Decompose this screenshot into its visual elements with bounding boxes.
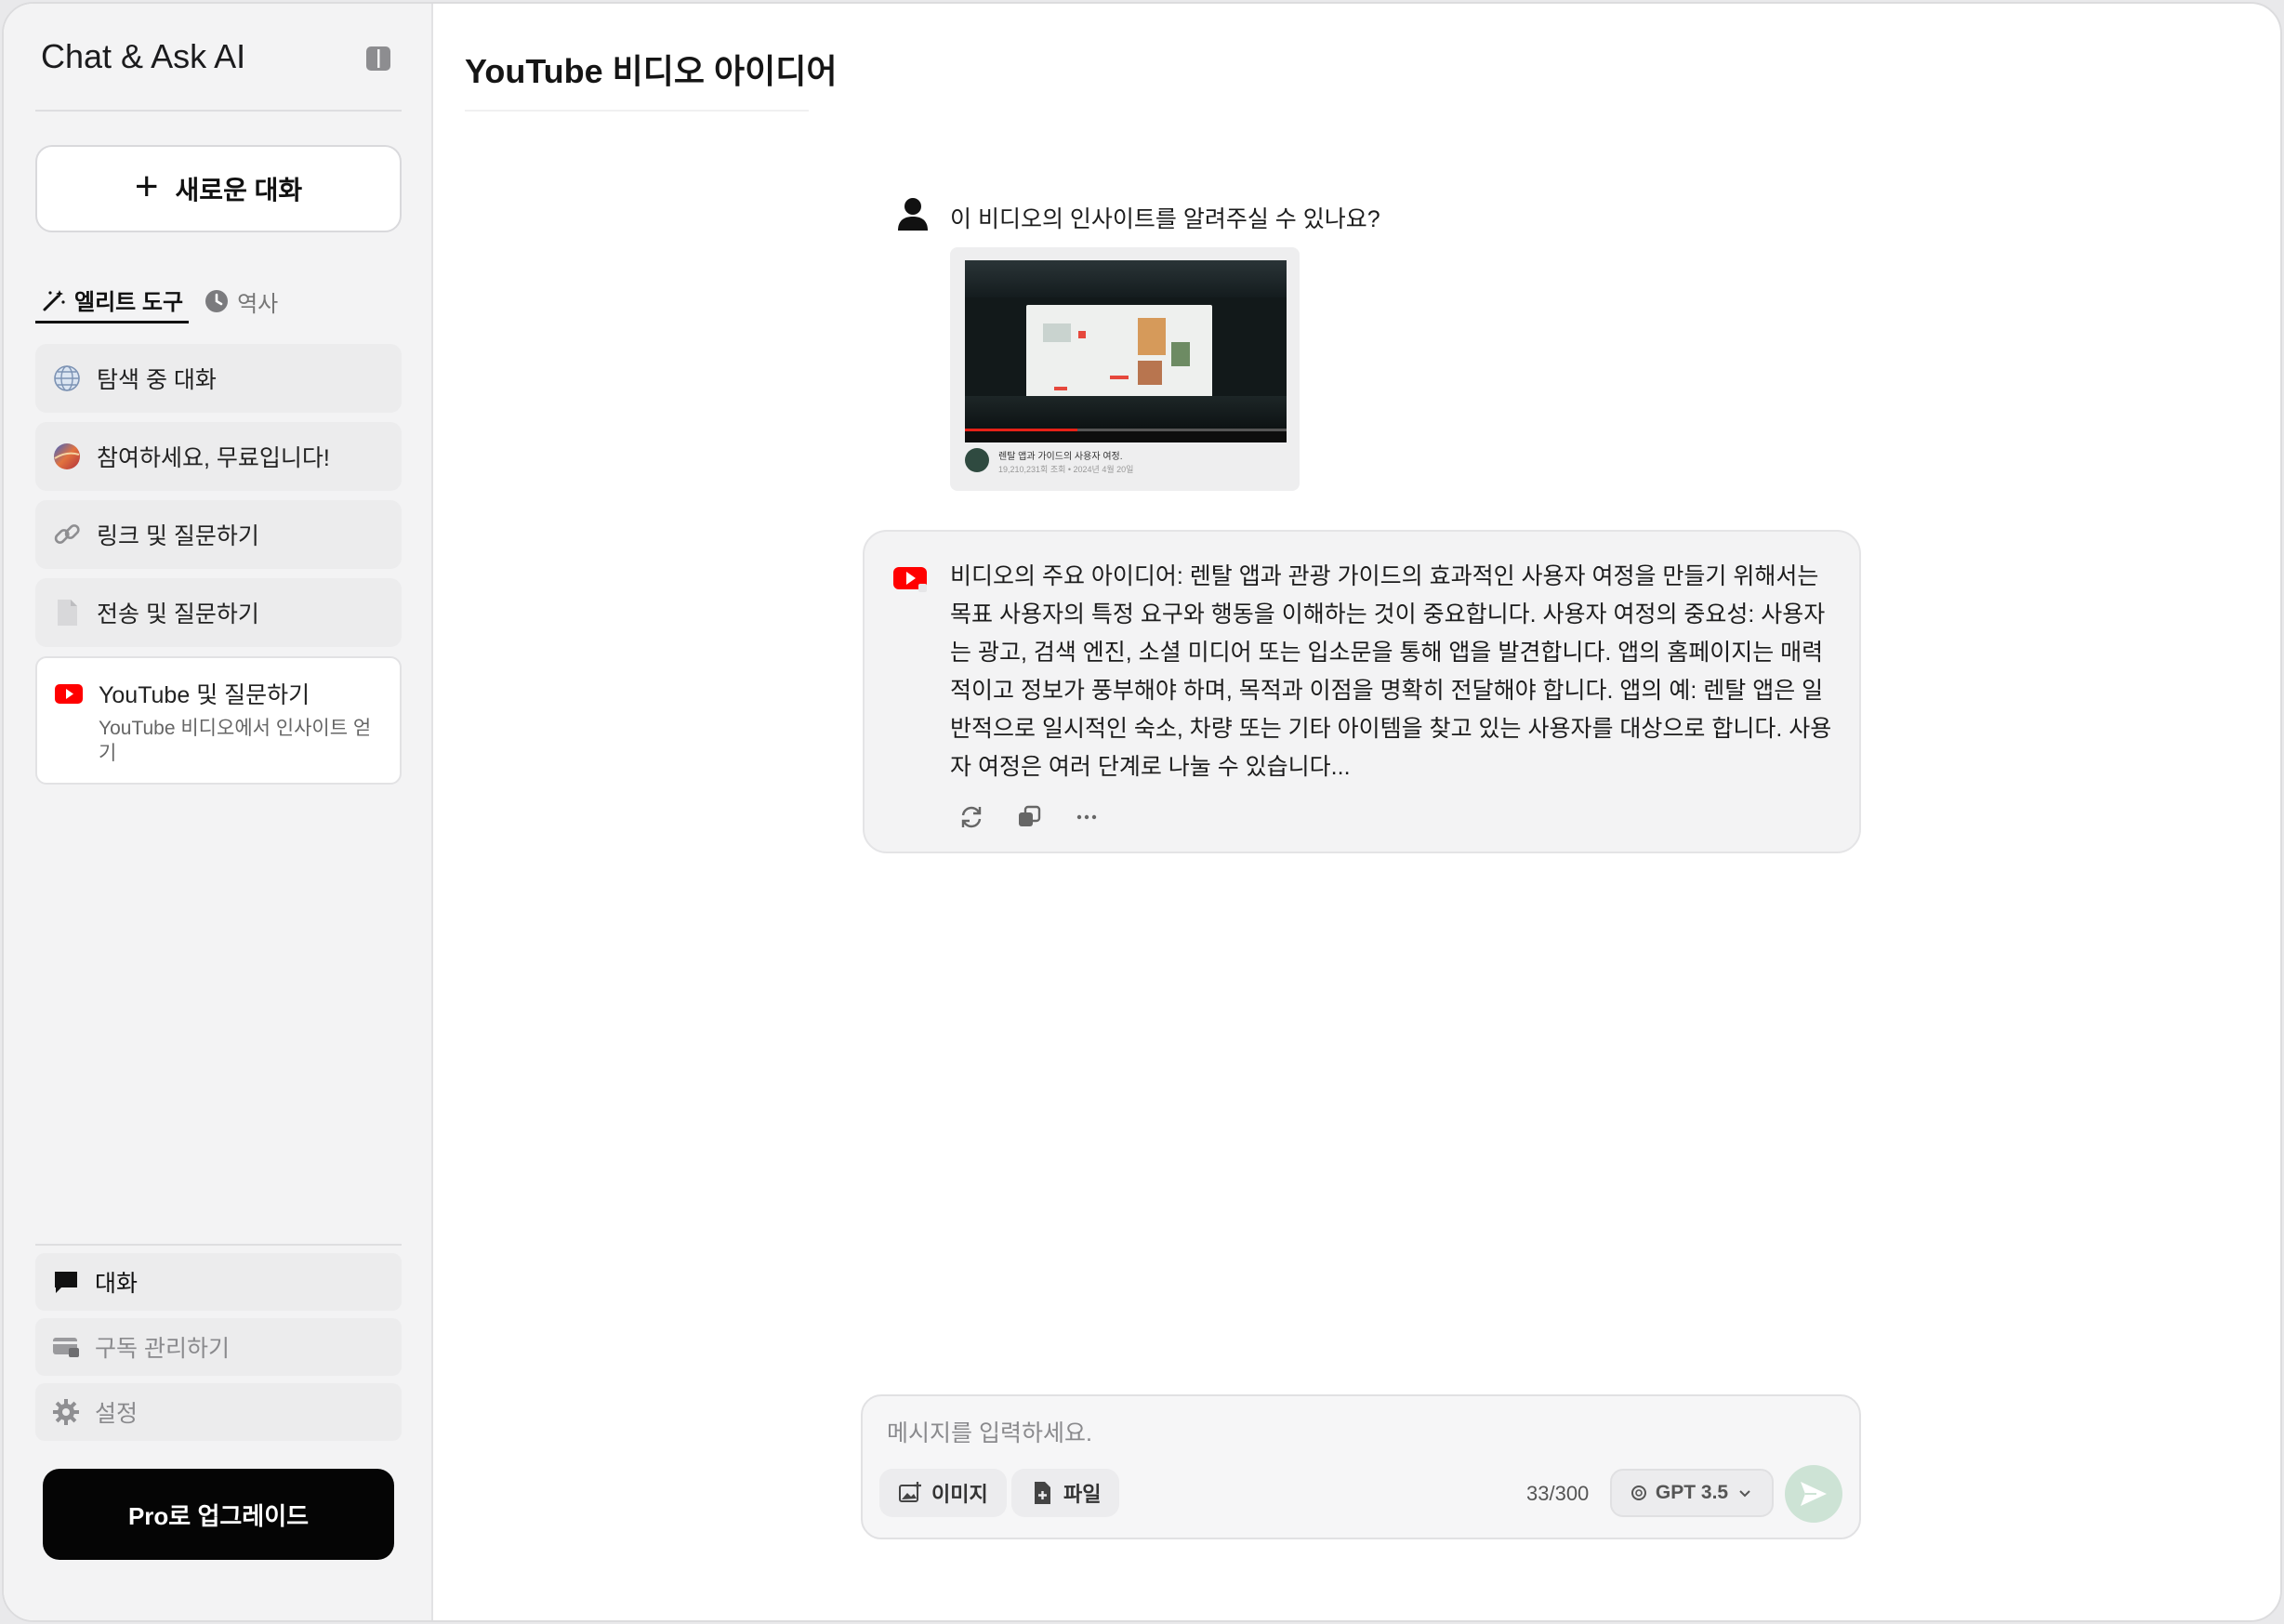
regenerate-icon[interactable] — [957, 803, 985, 831]
copy-icon[interactable] — [1015, 803, 1043, 831]
title-divider — [465, 110, 809, 112]
chevron-down-icon — [1739, 1490, 1750, 1498]
attach-image-button[interactable]: 이미지 — [879, 1469, 1007, 1517]
new-chat-button[interactable]: + 새로운 대화 — [35, 145, 402, 232]
tool-label: 탐색 중 대화 — [97, 367, 217, 393]
nav-label: 설정 — [95, 1401, 139, 1427]
file-plus-icon — [1035, 1482, 1050, 1504]
nav-item-settings[interactable]: 설정 — [35, 1383, 402, 1441]
tool-item-youtube-ask[interactable]: YouTube 및 질문하기 YouTube 비디오에서 인사이트 얻기 — [35, 656, 402, 785]
tool-label: 전송 및 질문하기 — [97, 601, 259, 627]
link-icon — [52, 520, 82, 549]
image-label: 이미지 — [931, 1483, 988, 1506]
nav-item-subscription[interactable]: 구독 관리하기 — [35, 1318, 402, 1376]
document-icon — [52, 598, 82, 627]
tab-history[interactable]: 역사 — [198, 279, 284, 323]
sidebar-divider — [35, 110, 402, 112]
tool-label: 링크 및 질문하기 — [97, 523, 259, 549]
sidebar-toggle-icon[interactable] — [364, 45, 392, 73]
openai-icon — [1630, 1485, 1646, 1500]
chat-bubble-icon — [55, 1272, 77, 1293]
tool-description: YouTube 비디오에서 인사이트 얻기 — [99, 718, 372, 765]
bottom-nav: 대화 구독 관리하기 설정 — [35, 1246, 402, 1448]
clock-icon — [205, 290, 229, 312]
tool-list: 탐색 중 대화 참여하세요, 무료입니다! 링크 및 질문하기 전송 및 질문하… — [35, 344, 402, 794]
ai-message-text: 비디오의 주요 아이디어: 렌탈 앱과 관광 가이드의 효과적인 사용자 여정을… — [950, 563, 1832, 780]
ai-message: 비디오의 주요 아이디어: 렌탈 앱과 관광 가이드의 효과적인 사용자 여정을… — [863, 530, 1861, 853]
message-input[interactable] — [887, 1415, 1723, 1452]
tool-item-join-free[interactable]: 참여하세요, 무료입니다! — [35, 422, 402, 491]
message-composer: 이미지 파일 33/300 GPT 3.5 — [861, 1394, 1861, 1539]
gear-icon — [53, 1399, 79, 1425]
magic-wand-icon — [43, 289, 65, 310]
tab-elite-tools[interactable]: 엘리트 도구 — [35, 279, 190, 323]
send-button[interactable] — [1785, 1465, 1842, 1523]
planet-icon — [52, 442, 82, 471]
video-title: 렌탈 앱과 가이드의 사용자 여정. — [998, 452, 1123, 462]
tab-label: 엘리트 도구 — [74, 290, 184, 315]
tool-label: YouTube 및 질문하기 — [99, 682, 310, 708]
send-icon — [1801, 1482, 1827, 1506]
tab-label: 역사 — [237, 291, 279, 317]
character-counter: 33/300 — [1526, 1482, 1590, 1505]
plus-icon: + — [134, 164, 159, 209]
upgrade-pro-button[interactable]: Pro로 업그레이드 — [43, 1469, 394, 1560]
nav-label: 대화 — [95, 1271, 139, 1297]
nav-label: 구독 관리하기 — [95, 1336, 230, 1362]
globe-icon — [52, 363, 82, 393]
video-frame — [965, 260, 1287, 442]
new-chat-label: 새로운 대화 — [175, 176, 303, 205]
tool-item-send-ask[interactable]: 전송 및 질문하기 — [35, 578, 402, 647]
app-window: Chat & Ask AI + 새로운 대화 엘리트 도구 역사 탐색 중 대화… — [2, 2, 2282, 1622]
attach-file-button[interactable]: 파일 — [1011, 1469, 1120, 1517]
user-message-text: 이 비디오의 인사이트를 알려주실 수 있나요? — [950, 206, 1380, 232]
image-plus-icon — [899, 1482, 921, 1502]
nav-item-chat[interactable]: 대화 — [35, 1253, 402, 1311]
model-select[interactable]: GPT 3.5 — [1610, 1469, 1774, 1517]
youtube-icon — [893, 567, 927, 592]
more-options-icon[interactable] — [1073, 803, 1101, 831]
sidebar-tabs: 엘리트 도구 역사 — [35, 279, 284, 323]
model-label: GPT 3.5 — [1655, 1482, 1729, 1503]
page-title: YouTube 비디오 아이디어 — [465, 52, 838, 90]
sidebar: Chat & Ask AI + 새로운 대화 엘리트 도구 역사 탐색 중 대화… — [4, 4, 433, 1620]
video-thumbnail[interactable]: 렌탈 앱과 가이드의 사용자 여정. 19,210,231회 조회 • 2024… — [950, 247, 1300, 491]
user-avatar-icon — [898, 198, 928, 231]
tool-label: 참여하세요, 무료입니다! — [97, 445, 330, 471]
channel-avatar — [965, 448, 989, 472]
message-actions — [957, 803, 1101, 831]
tool-item-browse-chat[interactable]: 탐색 중 대화 — [35, 344, 402, 413]
file-label: 파일 — [1063, 1483, 1102, 1506]
youtube-icon — [54, 679, 84, 708]
video-meta: 19,210,231회 조회 • 2024년 4월 20일 — [998, 465, 1134, 474]
card-lock-icon — [53, 1338, 79, 1357]
tool-item-link-ask[interactable]: 링크 및 질문하기 — [35, 500, 402, 569]
app-title: Chat & Ask AI — [41, 37, 246, 75]
